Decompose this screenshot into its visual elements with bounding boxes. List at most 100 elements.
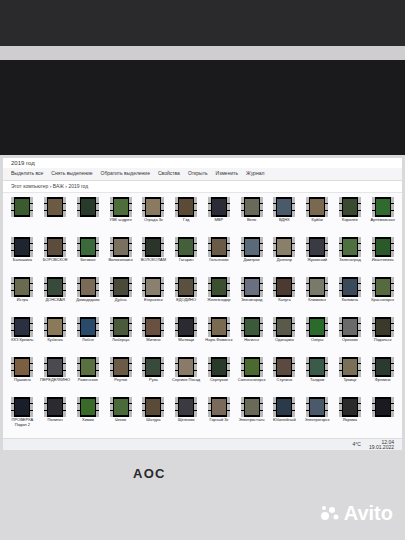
ribbon-button[interactable]: Выделить все (11, 170, 43, 178)
ribbon-button[interactable]: Обратить выделение (101, 170, 150, 178)
video-thumbnail[interactable] (241, 317, 263, 337)
video-thumbnail[interactable] (273, 397, 295, 417)
video-thumbnail[interactable] (339, 197, 361, 217)
video-thumbnail[interactable] (110, 197, 132, 217)
video-file[interactable]: Троицк (335, 357, 366, 394)
video-file[interactable]: Наро-Фоминск (204, 317, 235, 354)
video-thumbnail[interactable] (273, 197, 295, 217)
video-thumbnail[interactable] (241, 277, 263, 297)
ribbon-button[interactable]: Свойства (158, 170, 180, 178)
video-file[interactable]: Фрязино (367, 357, 398, 394)
video-file[interactable]: Балашиха (7, 237, 38, 274)
video-file[interactable]: ПЕРЕДЕЛКИНО (40, 357, 71, 394)
video-file[interactable]: Дубна (105, 277, 136, 314)
ribbon-button[interactable]: Журнал (246, 170, 264, 178)
video-file[interactable]: Волоколамск (105, 237, 136, 274)
video-thumbnail[interactable] (339, 357, 361, 377)
video-thumbnail[interactable] (241, 197, 263, 217)
video-thumbnail[interactable] (175, 277, 197, 297)
video-file[interactable]: Реутов (105, 357, 136, 394)
video-file[interactable]: Гагарин (171, 237, 202, 274)
video-thumbnail[interactable] (11, 237, 33, 257)
video-file[interactable]: Беговая (73, 237, 104, 274)
video-thumbnail[interactable] (142, 317, 164, 337)
video-file[interactable]: Куйби (302, 197, 333, 234)
video-file[interactable]: Озёры (302, 317, 333, 354)
video-file[interactable]: Химки (73, 397, 104, 434)
video-thumbnail[interactable] (11, 197, 33, 217)
video-file[interactable]: Руза (138, 357, 169, 394)
video-file[interactable]: Климовск (302, 277, 333, 314)
video-file[interactable]: Коломна (335, 277, 366, 314)
video-file[interactable]: Дмитров (236, 237, 267, 274)
video-thumbnail[interactable] (44, 277, 66, 297)
video-thumbnail[interactable] (241, 397, 263, 417)
video-thumbnail[interactable] (77, 357, 99, 377)
video-thumbnail[interactable] (142, 397, 164, 417)
video-thumbnail[interactable] (306, 237, 328, 257)
video-file[interactable]: Лобня (73, 317, 104, 354)
video-thumbnail[interactable] (241, 357, 263, 377)
video-file[interactable]: Долгопр (269, 237, 300, 274)
video-file[interactable]: Мытищи (171, 317, 202, 354)
video-thumbnail[interactable] (175, 317, 197, 337)
video-file[interactable]: Егорьевск (138, 277, 169, 314)
video-file[interactable]: Раменское (73, 357, 104, 394)
video-file[interactable]: Королёв (335, 197, 366, 234)
ribbon-button[interactable]: Изменить (216, 170, 239, 178)
address-bar[interactable]: Этот компьютер › ВАЖ › 2019 год (3, 181, 402, 194)
video-file[interactable]: Ивантеевка (367, 237, 398, 274)
video-thumbnail[interactable] (44, 197, 66, 217)
video-file[interactable]: Люберцы (105, 317, 136, 354)
video-thumbnail[interactable] (175, 397, 197, 417)
video-thumbnail[interactable] (339, 277, 361, 297)
video-file[interactable]: Артёмовская (367, 197, 398, 234)
video-file[interactable]: Подольск (367, 317, 398, 354)
video-file[interactable] (40, 197, 71, 234)
video-thumbnail[interactable] (11, 397, 33, 417)
video-file[interactable]: Кубинка (40, 317, 71, 354)
video-thumbnail[interactable] (339, 397, 361, 417)
video-thumbnail[interactable] (44, 317, 66, 337)
video-thumbnail[interactable] (142, 197, 164, 217)
video-file[interactable]: Калуга (269, 277, 300, 314)
video-file[interactable]: ЕДОДИНО (171, 277, 202, 314)
video-file[interactable]: УВК андрея (105, 197, 136, 234)
video-file[interactable]: ВДНХ (269, 197, 300, 234)
video-thumbnail[interactable] (306, 397, 328, 417)
video-thumbnail[interactable] (142, 357, 164, 377)
video-thumbnail[interactable] (372, 277, 394, 297)
video-thumbnail[interactable] (306, 317, 328, 337)
video-file[interactable]: Юбилейный (269, 397, 300, 434)
video-thumbnail[interactable] (142, 237, 164, 257)
video-thumbnail[interactable] (175, 237, 197, 257)
video-file[interactable]: Звенигород (236, 277, 267, 314)
video-file[interactable]: ПРОВЕРКА Подол 2 (7, 397, 38, 434)
video-thumbnail[interactable] (273, 237, 295, 257)
video-file[interactable]: БОРОВСКОЕ (40, 237, 71, 274)
video-thumbnail[interactable] (175, 197, 197, 217)
video-file[interactable]: Горный 3к (204, 397, 235, 434)
weather[interactable]: 4°C (353, 441, 361, 449)
video-file[interactable]: Митино (138, 317, 169, 354)
video-file[interactable]: Зеленоград (335, 237, 366, 274)
video-file[interactable]: Сергиев Посад (171, 357, 202, 394)
video-thumbnail[interactable] (175, 357, 197, 377)
video-thumbnail[interactable] (110, 237, 132, 257)
video-file[interactable]: Пушкино (7, 357, 38, 394)
video-file[interactable]: Ногинск (236, 317, 267, 354)
video-file[interactable]: Яхрома (335, 397, 366, 434)
video-thumbnail[interactable] (306, 197, 328, 217)
video-file[interactable] (73, 197, 104, 234)
ribbon-button[interactable]: Открыть (188, 170, 208, 178)
video-thumbnail[interactable] (208, 357, 230, 377)
video-thumbnail[interactable] (306, 277, 328, 297)
breadcrumb[interactable]: Этот компьютер › ВАЖ › 2019 год (11, 183, 88, 191)
video-thumbnail[interactable] (77, 237, 99, 257)
video-thumbnail[interactable] (273, 357, 295, 377)
video-thumbnail[interactable] (44, 237, 66, 257)
video-thumbnail[interactable] (110, 317, 132, 337)
video-thumbnail[interactable] (77, 277, 99, 297)
video-thumbnail[interactable] (142, 277, 164, 297)
video-file[interactable]: Чехов (105, 397, 136, 434)
